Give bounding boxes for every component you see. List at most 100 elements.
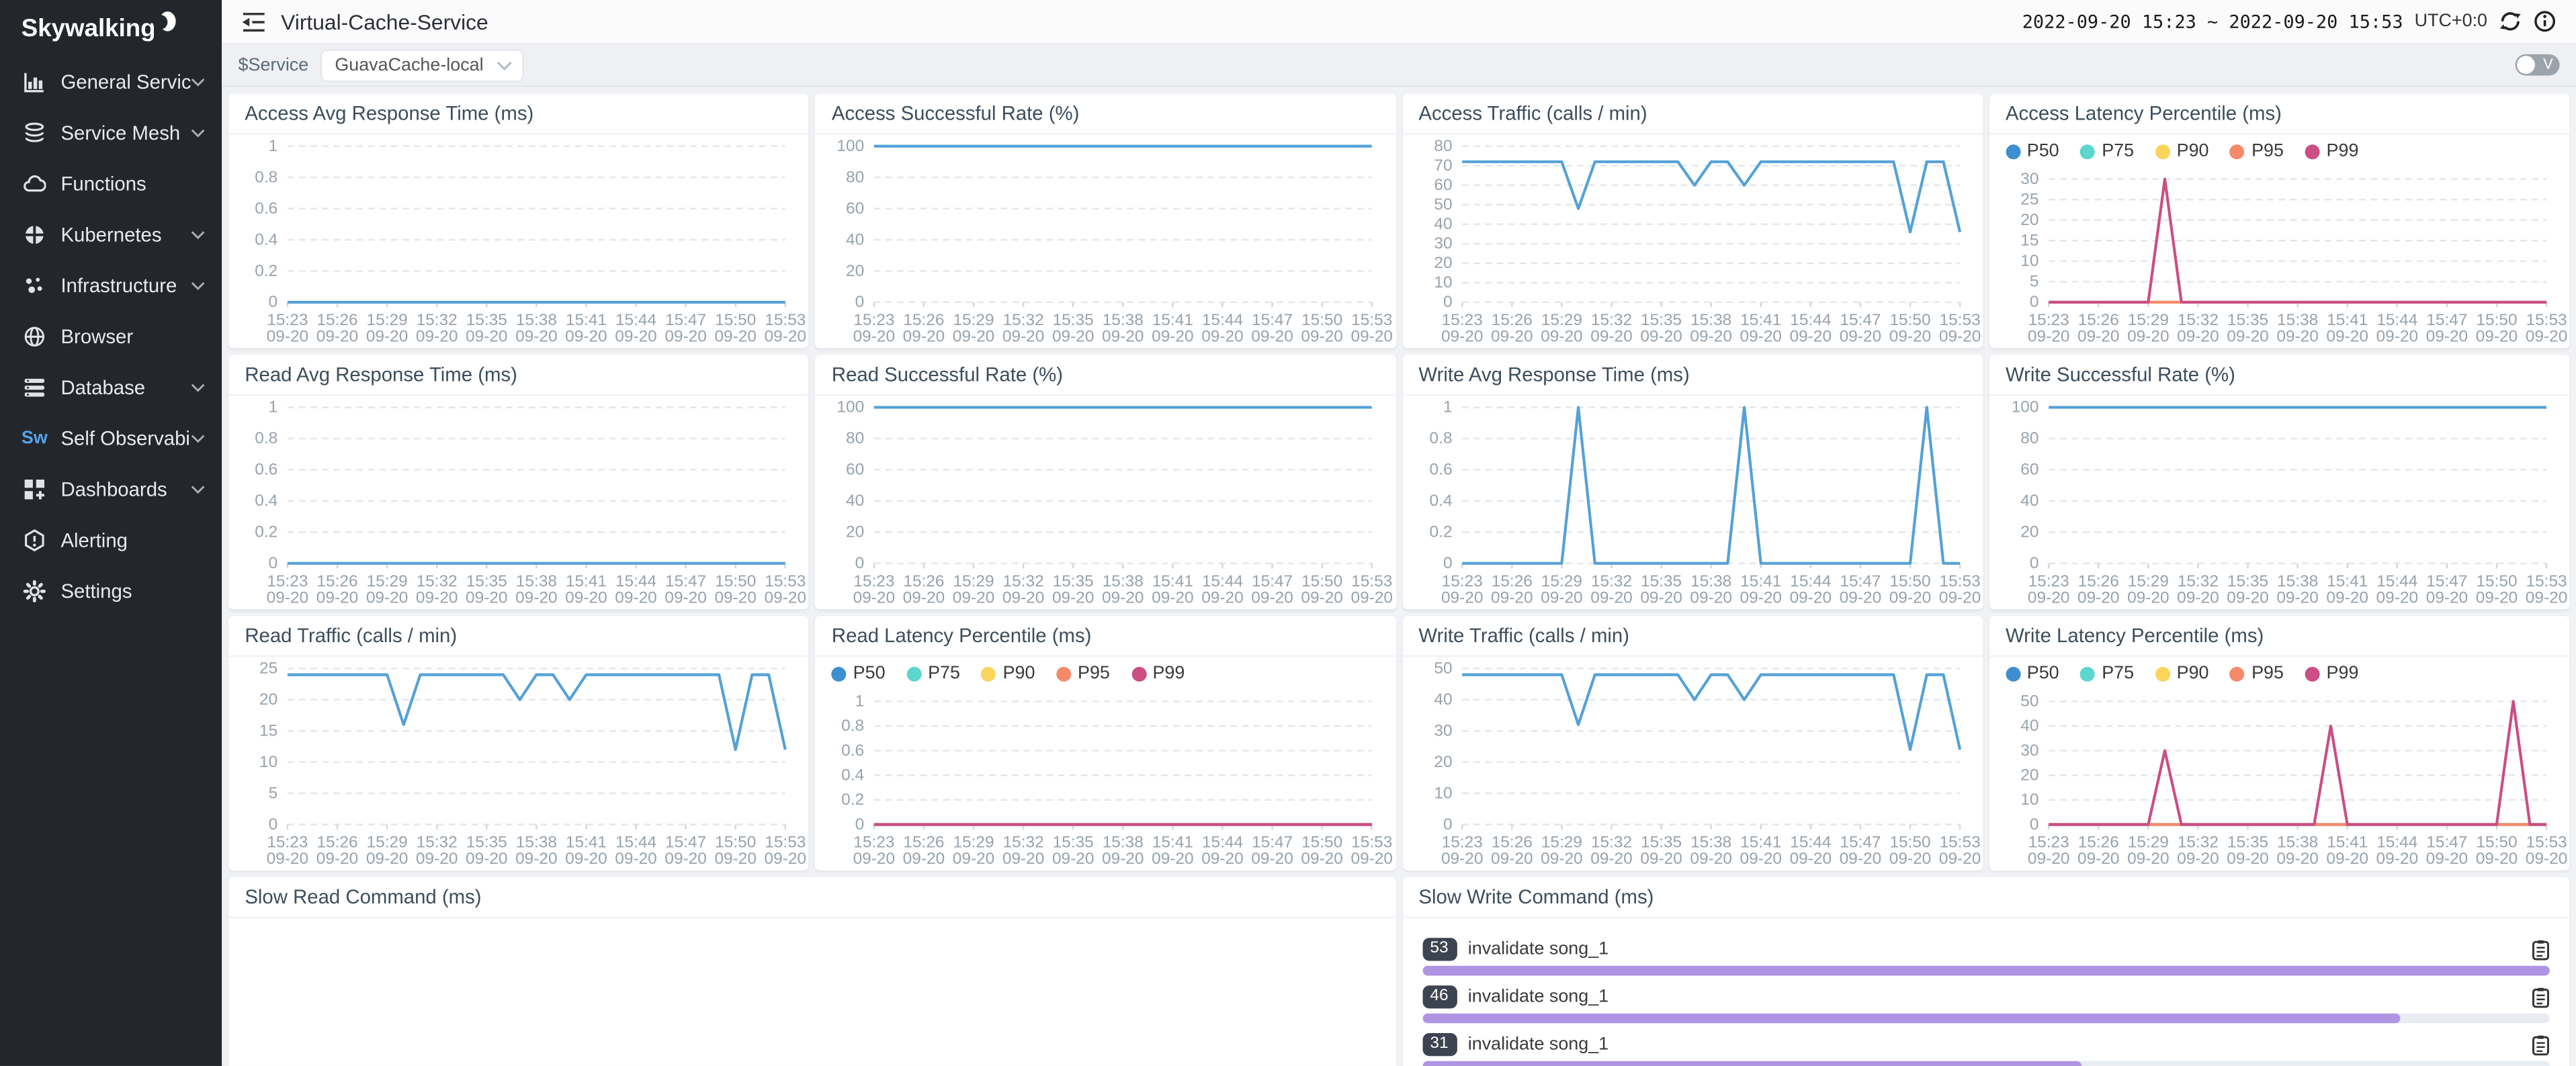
copy-icon[interactable]	[2532, 986, 2550, 1008]
svg-text:15:23: 15:23	[2028, 834, 2069, 852]
svg-text:20: 20	[2020, 211, 2038, 229]
chevron-down-icon	[191, 229, 206, 239]
svg-text:15:41: 15:41	[1740, 834, 1780, 852]
legend-item[interactable]: P99	[2305, 664, 2359, 683]
svg-text:15:44: 15:44	[615, 572, 656, 590]
legend-item[interactable]: P90	[2155, 141, 2209, 161]
chevron-down-icon	[496, 60, 512, 70]
svg-text:09-20: 09-20	[366, 328, 409, 346]
svg-text:15:41: 15:41	[1152, 572, 1193, 590]
sidebar-item-dashboards[interactable]: Dashboards	[0, 463, 222, 515]
panel-title: Read Avg Response Time (ms)	[228, 355, 809, 396]
line-chart: 02040608010015:2309-2015:2609-2015:2909-…	[815, 135, 1396, 349]
copy-icon[interactable]	[2532, 938, 2550, 960]
panel-access-avg-response-time: Access Avg Response Time (ms) 00.20.40.6…	[228, 93, 809, 348]
legend-item[interactable]: P95	[2230, 141, 2284, 161]
chevron-down-icon	[191, 77, 206, 87]
slow-command-row: 31invalidate song_1	[1422, 1033, 2550, 1066]
svg-text:15:50: 15:50	[715, 311, 756, 329]
info-icon[interactable]	[2533, 10, 2556, 33]
refresh-icon[interactable]	[2499, 10, 2522, 33]
sidebar-item-label: Functions	[60, 172, 190, 195]
alert-hexagon-icon	[23, 528, 46, 551]
legend-item[interactable]: P75	[2080, 141, 2134, 161]
svg-text:50: 50	[2020, 692, 2038, 710]
legend-item[interactable]: P50	[2006, 141, 2059, 161]
svg-text:0.4: 0.4	[255, 492, 277, 510]
svg-text:15:47: 15:47	[2426, 834, 2467, 852]
svg-text:09-20: 09-20	[615, 588, 657, 607]
sidebar-item-general-service[interactable]: General Service	[0, 56, 222, 107]
svg-text:15:50: 15:50	[2476, 572, 2517, 590]
line-chart: 051015202515:2309-2015:2609-2015:2909-20…	[228, 657, 809, 871]
svg-text:15:44: 15:44	[2376, 572, 2417, 590]
svg-text:15:38: 15:38	[1690, 834, 1731, 852]
legend-item[interactable]: P99	[2305, 141, 2359, 161]
legend-item[interactable]: P99	[1131, 664, 1185, 683]
legend-item[interactable]: P95	[2230, 664, 2284, 683]
svg-text:09-20: 09-20	[2227, 850, 2269, 868]
line-chart: P50P75P90P95P990102030405015:2309-2015:2…	[1989, 657, 2570, 871]
svg-text:1: 1	[1443, 398, 1452, 416]
sidebar-item-label: Browser	[60, 324, 190, 347]
sidebar-collapse-icon[interactable]	[241, 11, 266, 32]
svg-text:0.8: 0.8	[1428, 429, 1451, 447]
svg-text:0.8: 0.8	[255, 429, 277, 447]
edit-mode-toggle[interactable]: V	[2516, 54, 2560, 76]
svg-text:15:44: 15:44	[1203, 834, 1244, 852]
svg-text:15:47: 15:47	[1839, 311, 1880, 329]
svg-text:5: 5	[2029, 273, 2038, 291]
legend-item[interactable]: P75	[906, 664, 960, 683]
chevron-down-icon	[191, 280, 206, 290]
svg-text:0: 0	[2029, 293, 2038, 311]
svg-text:15:53: 15:53	[1938, 311, 1979, 329]
sidebar-item-database[interactable]: Database	[0, 361, 222, 412]
legend-item[interactable]: P90	[982, 664, 1035, 683]
sidebar-item-browser[interactable]: Browser	[0, 310, 222, 361]
svg-text:100: 100	[2011, 398, 2038, 416]
time-range-picker[interactable]: 2022-09-20 15:23 ~ 2022-09-20 15:53	[2022, 11, 2403, 32]
sidebar-item-service-mesh[interactable]: Service Mesh	[0, 107, 222, 158]
service-select[interactable]: GuavaCache-local	[320, 48, 523, 81]
svg-text:09-20: 09-20	[1789, 850, 1831, 868]
sidebar-item-self-observability[interactable]: Sw Self Observability	[0, 412, 222, 463]
svg-text:09-20: 09-20	[1689, 588, 1731, 607]
svg-text:15:29: 15:29	[1541, 834, 1582, 852]
svg-text:15:29: 15:29	[953, 572, 994, 590]
duration-badge: 53	[1422, 938, 1456, 961]
legend-item[interactable]: P95	[1056, 664, 1110, 683]
logo-text: Skywalking	[22, 14, 156, 42]
svg-text:80: 80	[1433, 137, 1451, 155]
panel-title: Access Successful Rate (%)	[815, 93, 1396, 134]
legend-item[interactable]: P50	[832, 664, 886, 683]
svg-text:15:26: 15:26	[316, 572, 357, 590]
svg-text:15:29: 15:29	[1541, 572, 1582, 590]
svg-text:25: 25	[259, 660, 277, 678]
svg-text:100: 100	[837, 137, 865, 155]
svg-text:09-20: 09-20	[1103, 328, 1145, 346]
server-icon	[23, 375, 46, 398]
svg-text:15:50: 15:50	[2476, 311, 2517, 329]
svg-text:09-20: 09-20	[1639, 588, 1682, 607]
svg-text:15:38: 15:38	[516, 572, 557, 590]
sidebar-item-alerting[interactable]: Alerting	[0, 514, 222, 565]
copy-icon[interactable]	[2532, 1034, 2550, 1055]
sidebar-item-functions[interactable]: Functions	[0, 158, 222, 209]
legend-item[interactable]: P90	[2155, 664, 2209, 683]
svg-text:15:47: 15:47	[1839, 572, 1880, 590]
sidebar-item-infrastructure[interactable]: Infrastructure	[0, 259, 222, 310]
svg-text:15:29: 15:29	[2127, 572, 2168, 590]
sidebar-item-settings[interactable]: Settings	[0, 565, 222, 616]
legend-dot-icon	[2305, 144, 2320, 159]
sidebar-item-kubernetes[interactable]: Kubernetes	[0, 209, 222, 260]
svg-text:15:53: 15:53	[1938, 834, 1979, 852]
svg-text:09-20: 09-20	[714, 850, 757, 868]
svg-text:09-20: 09-20	[2177, 328, 2219, 346]
svg-text:15:32: 15:32	[2177, 834, 2218, 852]
moon-icon	[159, 11, 175, 31]
svg-text:09-20: 09-20	[1889, 328, 1931, 346]
legend-item[interactable]: P50	[2006, 664, 2059, 683]
legend-item[interactable]: P75	[2080, 664, 2134, 683]
svg-text:15:23: 15:23	[2028, 572, 2069, 590]
svg-text:09-20: 09-20	[416, 850, 458, 868]
